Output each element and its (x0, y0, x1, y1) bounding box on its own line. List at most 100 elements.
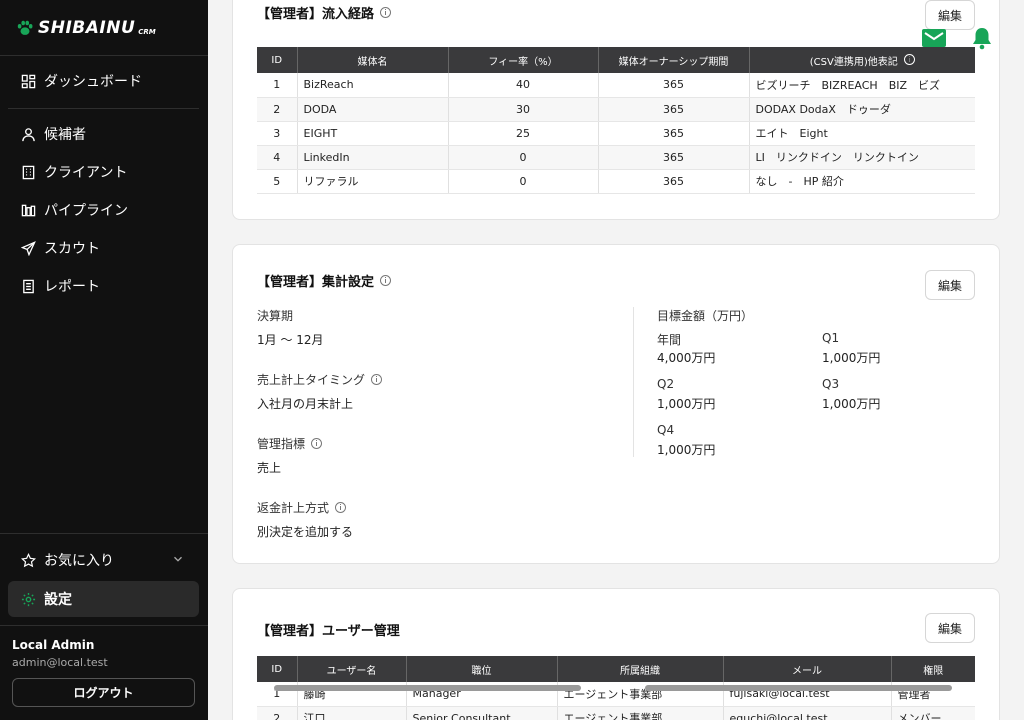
nav-pipeline[interactable]: パイプライン (8, 192, 199, 228)
table-row[interactable]: 1 BizReach 40 365 ビズリーチ BIZREACH BIZ ビズ (257, 73, 975, 98)
col-id: ID (257, 656, 298, 682)
nav-clients[interactable]: クライアント (8, 154, 199, 190)
cell-id: 2 (257, 97, 298, 122)
info-icon[interactable] (335, 502, 347, 513)
divider (0, 533, 208, 534)
table-row[interactable]: 2 DODA 30 365 DODAX DodaX ドゥーダ (257, 97, 975, 122)
nav-scout[interactable]: スカウト (8, 230, 199, 266)
info-icon[interactable] (371, 374, 383, 385)
users-edit-button[interactable]: 編集 (925, 613, 975, 643)
target-q1-label: Q1 (822, 331, 840, 345)
cell-fee: 0 (448, 145, 599, 170)
paw-icon (17, 20, 33, 35)
cell-alias: LI リンクドイン リンクトイン (749, 145, 975, 170)
table-row[interactable]: 3 EIGHT 25 365 エイト Eight (257, 121, 975, 146)
target-q3-value: 1,000万円 (822, 397, 881, 411)
cell-username: 江口 (297, 706, 407, 720)
target-q3-label: Q3 (822, 377, 840, 391)
sidebar: SHIBAINU CRM ダッシュボード 候補者 クライアント パイプライン ス… (0, 0, 208, 720)
col-org: 所属組織 (557, 656, 724, 682)
report-icon (20, 278, 36, 294)
nav-scout-label: スカウト (44, 241, 100, 257)
cell-role: メンバー (891, 706, 975, 720)
nav-favorites-label: お気に入り (44, 553, 114, 569)
metric-value: 売上 (257, 461, 282, 475)
cell-fee: 40 (448, 73, 599, 98)
sources-card: 【管理者】流入経路 編集 ID 媒体名 フィー率（%） 媒体オーナーシップ期間 … (232, 0, 1000, 220)
target-annual-label: 年間 (657, 333, 682, 347)
col-role: 権限 (891, 656, 975, 682)
cell-period: 365 (598, 169, 750, 194)
cell-alias: なし - HP 紹介 (749, 169, 975, 194)
target-annual-value: 4,000万円 (657, 351, 716, 365)
cell-period: 365 (598, 145, 750, 170)
nav-clients-label: クライアント (44, 165, 128, 181)
timing-label-text: 売上計上タイミング (257, 373, 366, 387)
target-label: 目標金額（万円） (657, 309, 754, 323)
brand-logo[interactable]: SHIBAINU CRM (16, 16, 156, 40)
col-email: メール (723, 656, 892, 682)
table-row[interactable]: 5 リファラル 0 365 なし - HP 紹介 (257, 169, 975, 194)
logout-button[interactable]: ログアウト (12, 678, 195, 707)
nav-favorites[interactable]: お気に入り (8, 542, 199, 578)
col-period: 媒体オーナーシップ期間 (598, 47, 750, 73)
cell-position: Senior Consultant (406, 706, 558, 720)
brand-name: SHIBAINU (38, 18, 136, 38)
sources-title-text: 【管理者】流入経路 (257, 7, 375, 22)
divider (0, 625, 208, 626)
brand-sub: CRM (138, 28, 156, 36)
aggregation-title-text: 【管理者】集計設定 (257, 275, 375, 290)
nav-report[interactable]: レポート (8, 268, 199, 304)
table-header-row: ID ユーザー名 職位 所属組織 メール 権限 (257, 656, 975, 682)
target-q2-label: Q2 (657, 377, 675, 391)
cell-id: 3 (257, 121, 298, 146)
user-name: Local Admin (12, 638, 95, 652)
star-icon (20, 552, 36, 568)
divider (633, 307, 634, 457)
sources-table: ID 媒体名 フィー率（%） 媒体オーナーシップ期間 (CSV連携用)他表記 1… (257, 47, 975, 194)
dashboard-icon (20, 73, 36, 89)
send-icon (20, 240, 36, 256)
bell-icon[interactable] (970, 26, 994, 54)
sources-edit-button[interactable]: 編集 (925, 0, 975, 30)
cell-fee: 25 (448, 121, 599, 146)
nav-dashboard[interactable]: ダッシュボード (8, 63, 199, 99)
cell-org: エージェント事業部 (557, 706, 724, 720)
cell-id: 5 (257, 169, 298, 194)
mail-icon[interactable] (922, 29, 946, 51)
target-q4-value: 1,000万円 (657, 443, 716, 457)
table-header-row: ID 媒体名 フィー率（%） 媒体オーナーシップ期間 (CSV連携用)他表記 (257, 47, 975, 73)
cell-alias: エイト Eight (749, 121, 975, 146)
nav-candidates[interactable]: 候補者 (8, 116, 199, 152)
cell-period: 365 (598, 73, 750, 98)
info-icon[interactable] (311, 438, 323, 449)
nav-settings-label: 設定 (44, 592, 72, 608)
fiscal-label: 決算期 (257, 309, 294, 323)
table-row[interactable]: 2 江口 Senior Consultant エージェント事業部 eguchi@… (257, 706, 975, 720)
nav-report-label: レポート (44, 279, 100, 295)
cell-media: LinkedIn (297, 145, 449, 170)
refund-label-text: 返金計上方式 (257, 501, 330, 515)
aggregation-edit-button[interactable]: 編集 (925, 270, 975, 300)
col-id: ID (257, 47, 298, 73)
cell-id: 4 (257, 145, 298, 170)
building-icon (20, 164, 36, 180)
info-icon[interactable] (903, 53, 915, 65)
cell-media: DODA (297, 97, 449, 122)
chevron-down-icon (171, 552, 187, 568)
target-q4-label: Q4 (657, 423, 675, 437)
divider (0, 55, 208, 56)
horizontal-scrollbar[interactable] (645, 685, 952, 691)
table-row[interactable]: 4 LinkedIn 0 365 LI リンクドイン リンクトイン (257, 145, 975, 170)
gear-icon (20, 591, 36, 607)
info-icon[interactable] (380, 7, 392, 18)
info-icon[interactable] (380, 275, 392, 286)
col-position: 職位 (406, 656, 558, 682)
nav-settings[interactable]: 設定 (8, 581, 199, 617)
metric-label-text: 管理指標 (257, 437, 306, 451)
cell-media: EIGHT (297, 121, 449, 146)
aggregation-card: 【管理者】集計設定 編集 決算期 1月 〜 12月 売上計上タイミング 入社月の… (232, 244, 1000, 564)
cell-fee: 0 (448, 169, 599, 194)
horizontal-scrollbar[interactable] (274, 685, 581, 691)
target-q2-value: 1,000万円 (657, 397, 716, 411)
